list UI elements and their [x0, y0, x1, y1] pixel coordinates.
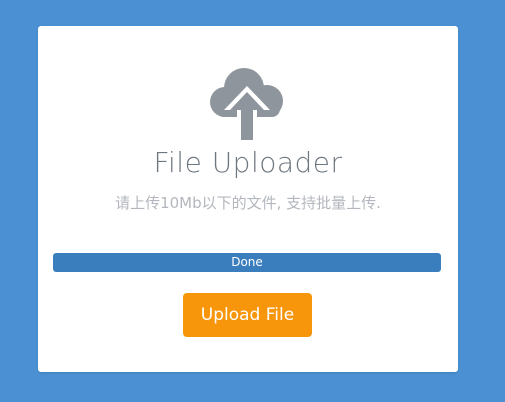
uploader-subtitle: 请上传10Mb以下的文件, 支持批量上传.	[115, 194, 381, 212]
uploader-title: File Uploader	[153, 146, 343, 179]
cloud-upload-icon	[208, 66, 286, 140]
upload-progress-label: Done	[231, 255, 263, 269]
uploader-card: File Uploader 请上传10Mb以下的文件, 支持批量上传. Done…	[38, 26, 458, 372]
upload-file-button[interactable]: Upload File	[183, 293, 312, 337]
upload-progress-bar: Done	[53, 253, 441, 272]
